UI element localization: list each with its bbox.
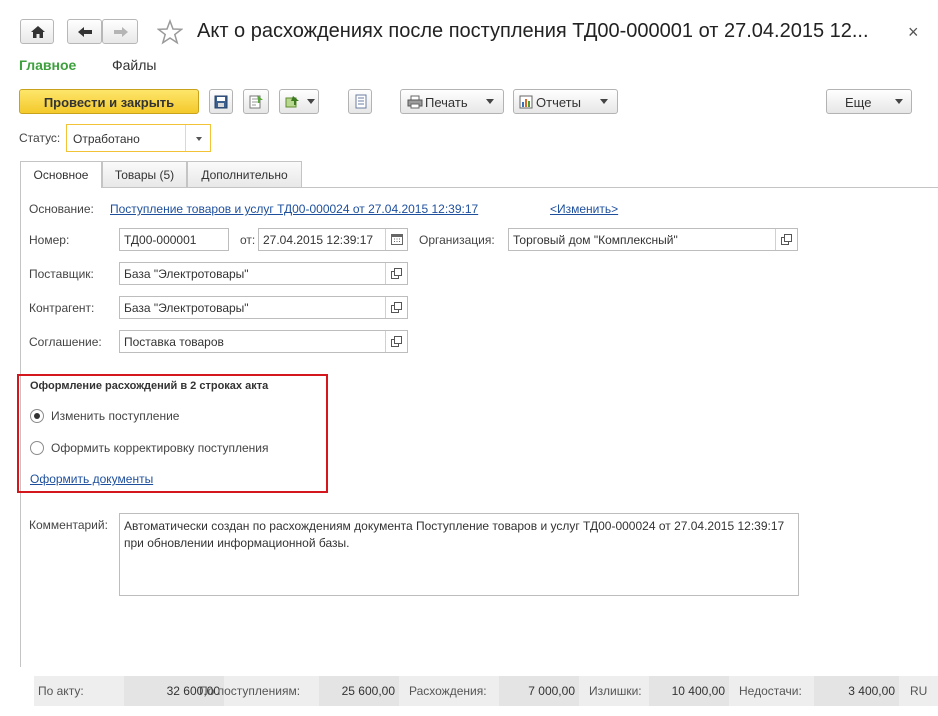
floppy-disk-icon xyxy=(214,95,228,109)
calendar-icon xyxy=(391,234,403,245)
save-button[interactable] xyxy=(209,89,233,114)
number-label: Номер: xyxy=(29,233,70,247)
more-label: Еще xyxy=(845,95,872,110)
discrepancy-total-value: 7 000,00 xyxy=(499,676,579,706)
totals-bar: По акту: 32 600,00 По поступлениям: 25 6… xyxy=(34,676,938,706)
post-and-close-label: Провести и закрыть xyxy=(43,95,175,110)
section-main[interactable]: Главное xyxy=(19,57,76,73)
post-button[interactable] xyxy=(243,89,269,114)
radio-selected-dot xyxy=(34,413,40,419)
shortage-value: 3 400,00 xyxy=(814,676,899,706)
number-value: ТД00-000001 xyxy=(124,233,197,247)
home-icon xyxy=(31,26,45,38)
print-button[interactable]: Печать xyxy=(400,89,504,114)
by-receipts-value: 25 600,00 xyxy=(319,676,399,706)
discrepancy-heading: Оформление расхождений в 2 строках акта xyxy=(30,380,269,392)
supplier-value: База "Электротовары" xyxy=(124,267,249,281)
change-basis-link[interactable]: <Изменить> xyxy=(550,202,618,216)
date-field[interactable]: 27.04.2015 12:39:17 xyxy=(258,228,408,251)
chevron-down-icon xyxy=(307,99,315,104)
back-button[interactable] xyxy=(67,19,102,44)
open-link-icon xyxy=(781,234,792,245)
status-dropdown-button[interactable] xyxy=(185,125,210,151)
agreement-value: Поставка товаров xyxy=(124,335,224,349)
comment-textarea[interactable]: Автоматически создан по расхождениям док… xyxy=(119,513,799,596)
supplier-field[interactable]: База "Электротовары" xyxy=(119,262,408,285)
printer-icon xyxy=(407,95,423,109)
open-counterparty-button[interactable] xyxy=(385,297,407,318)
agreement-field[interactable]: Поставка товаров xyxy=(119,330,408,353)
tab-goods-label: Товары (5) xyxy=(114,168,175,182)
agreement-label: Соглашение: xyxy=(29,335,102,349)
report-chart-icon xyxy=(519,95,533,109)
option-change-receipt-label[interactable]: Изменить поступление xyxy=(51,409,179,423)
radio-change-receipt[interactable] xyxy=(30,409,44,423)
number-field[interactable]: ТД00-000001 xyxy=(119,228,229,251)
option-correct-receipt-label[interactable]: Оформить корректировку поступления xyxy=(51,441,269,455)
date-value: 27.04.2015 12:39:17 xyxy=(263,233,374,247)
create-based-on-button[interactable] xyxy=(279,89,319,114)
tab-main-label: Основное xyxy=(33,168,89,182)
calendar-button[interactable] xyxy=(385,229,407,250)
radio-correct-receipt[interactable] xyxy=(30,441,44,455)
tab-additional[interactable]: Дополнительно xyxy=(187,161,302,187)
basis-link[interactable]: Поступление товаров и услуг ТД00-000024 … xyxy=(110,202,478,216)
section-files[interactable]: Файлы xyxy=(112,57,156,73)
counterparty-value: База "Электротовары" xyxy=(124,301,249,315)
organization-label: Организация: xyxy=(419,233,495,247)
open-organization-button[interactable] xyxy=(775,229,797,250)
comment-label: Комментарий: xyxy=(29,518,108,532)
window-title: Акт о расхождениях после поступления ТД0… xyxy=(197,20,869,42)
date-label: от: xyxy=(240,233,256,247)
counterparty-field[interactable]: База "Электротовары" xyxy=(119,296,408,319)
forward-button[interactable] xyxy=(102,19,138,44)
status-select[interactable]: Отработано xyxy=(66,124,211,152)
open-supplier-button[interactable] xyxy=(385,263,407,284)
favorite-star-icon[interactable] xyxy=(157,19,183,45)
post-document-icon xyxy=(249,95,263,109)
document-journal-button[interactable] xyxy=(348,89,372,114)
chevron-down-icon xyxy=(196,137,202,141)
status-value: Отработано xyxy=(73,132,140,146)
organization-field[interactable]: Торговый дом "Комплексный" xyxy=(508,228,798,251)
organization-value: Торговый дом "Комплексный" xyxy=(513,233,678,247)
home-button[interactable] xyxy=(20,19,54,44)
close-icon[interactable]: × xyxy=(908,22,919,43)
arrow-right-icon xyxy=(114,27,128,37)
supplier-label: Поставщик: xyxy=(29,267,94,281)
arrow-left-icon xyxy=(78,27,92,37)
print-label: Печать xyxy=(425,95,468,110)
open-agreement-button[interactable] xyxy=(385,331,407,352)
reports-button[interactable]: Отчеты xyxy=(513,89,618,114)
reports-label: Отчеты xyxy=(536,95,581,110)
tab-main[interactable]: Основное xyxy=(20,161,102,188)
status-label: Статус: xyxy=(19,131,61,145)
list-icon xyxy=(355,94,367,109)
chevron-down-icon xyxy=(600,99,608,104)
create-based-on-icon xyxy=(285,96,299,108)
basis-label: Основание: xyxy=(29,202,94,216)
tab-goods[interactable]: Товары (5) xyxy=(102,161,187,187)
counterparty-label: Контрагент: xyxy=(29,301,95,315)
chevron-down-icon xyxy=(486,99,494,104)
open-link-icon xyxy=(391,302,402,313)
create-documents-link[interactable]: Оформить документы xyxy=(30,472,153,486)
post-and-close-button[interactable]: Провести и закрыть xyxy=(19,89,199,114)
chevron-down-icon xyxy=(895,99,903,104)
more-button[interactable]: Еще xyxy=(826,89,912,114)
open-link-icon xyxy=(391,336,402,347)
surplus-value: 10 400,00 xyxy=(649,676,729,706)
open-link-icon xyxy=(391,268,402,279)
tab-additional-label: Дополнительно xyxy=(201,168,288,182)
